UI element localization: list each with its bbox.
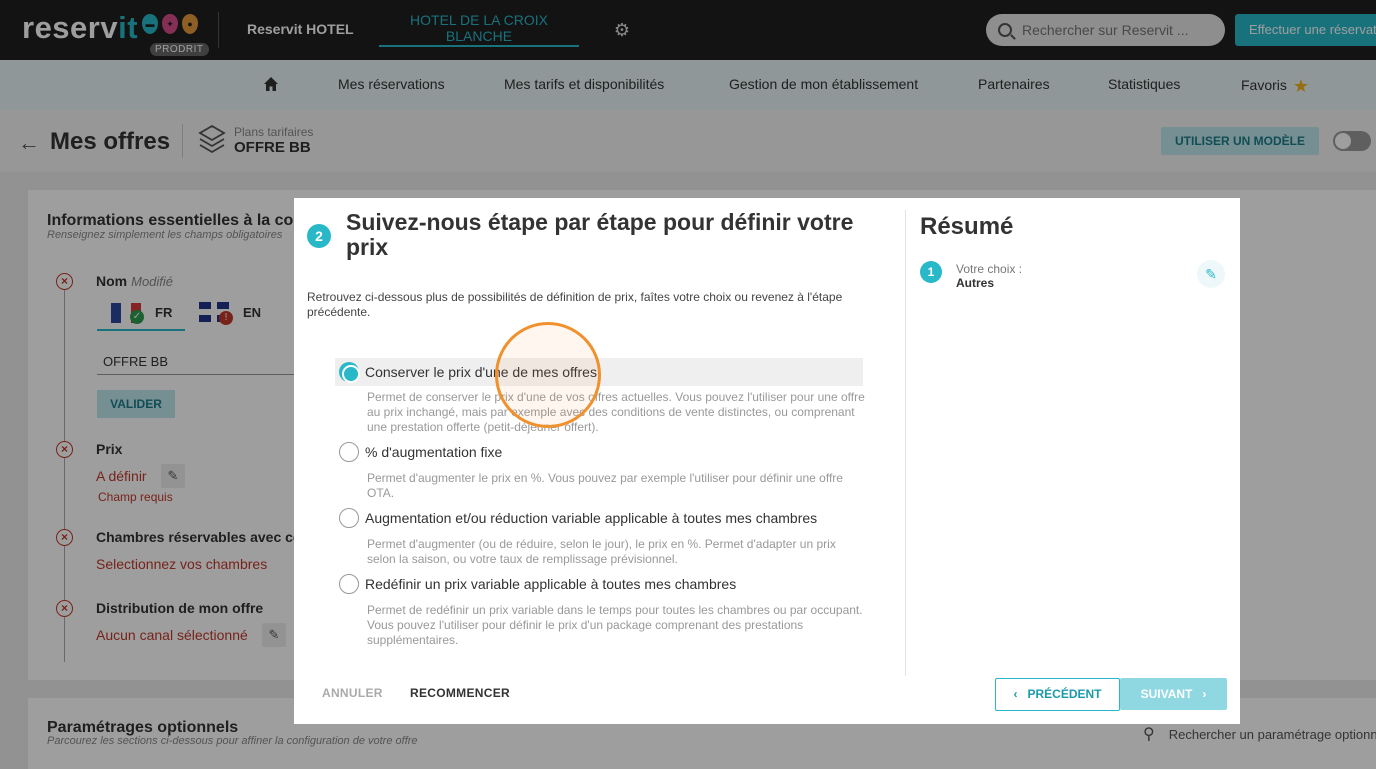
restart-button[interactable]: RECOMMENCER [410,686,510,700]
price-wizard-modal: 2 Suivez-nous étape par étape pour défin… [294,198,1240,724]
radio-unselected[interactable] [339,508,359,528]
modal-divider [905,210,906,676]
option-label: Redéfinir un prix variable applicable à … [365,576,737,592]
summary-choice-label: Votre choix : [956,262,1023,276]
summary-title: Résumé [920,213,1014,240]
radio-unselected[interactable] [339,574,359,594]
option-label: % d'augmentation fixe [365,444,503,460]
radio-unselected[interactable] [339,442,359,462]
summary-step-badge: 1 [920,261,942,283]
edit-pencil-icon[interactable]: ✎ [1197,260,1225,288]
modal-description: Retrouvez ci-dessous plus de possibilité… [307,290,843,319]
next-button[interactable]: SUIVANT › [1120,678,1227,710]
cancel-button[interactable]: ANNULER [322,686,383,700]
option-fixed-increase[interactable]: % d'augmentation fixe [335,438,863,466]
chevron-right-icon: › [1202,687,1207,701]
option-description: Permet d'augmenter le prix en %. Vous po… [367,471,843,500]
previous-button[interactable]: ‹ PRÉCÉDENT [995,678,1120,711]
option-label: Augmentation et/ou réduction variable ap… [365,510,818,526]
option-redefine-price[interactable]: Redéfinir un prix variable applicable à … [335,570,863,598]
modal-title: Suivez-nous étape par étape pour définir… [346,209,854,260]
option-description: Permet d'augmenter (ou de réduire, selon… [367,537,836,566]
chevron-left-icon: ‹ [1013,687,1018,701]
radio-selected[interactable] [339,362,360,383]
option-variable-adjustment[interactable]: Augmentation et/ou réduction variable ap… [335,504,863,532]
step-number-badge: 2 [307,224,331,248]
option-label: Conserver le prix d'une de mes offres [365,364,597,380]
option-description: Permet de conserver le prix d'une de vos… [367,390,865,434]
option-keep-price[interactable]: Conserver le prix d'une de mes offres [335,358,863,386]
summary-choice-value: Autres [956,276,995,290]
next-label: SUIVANT [1140,687,1193,701]
option-description: Permet de redéfinir un prix variable dan… [367,603,863,647]
previous-label: PRÉCÉDENT [1027,687,1102,701]
